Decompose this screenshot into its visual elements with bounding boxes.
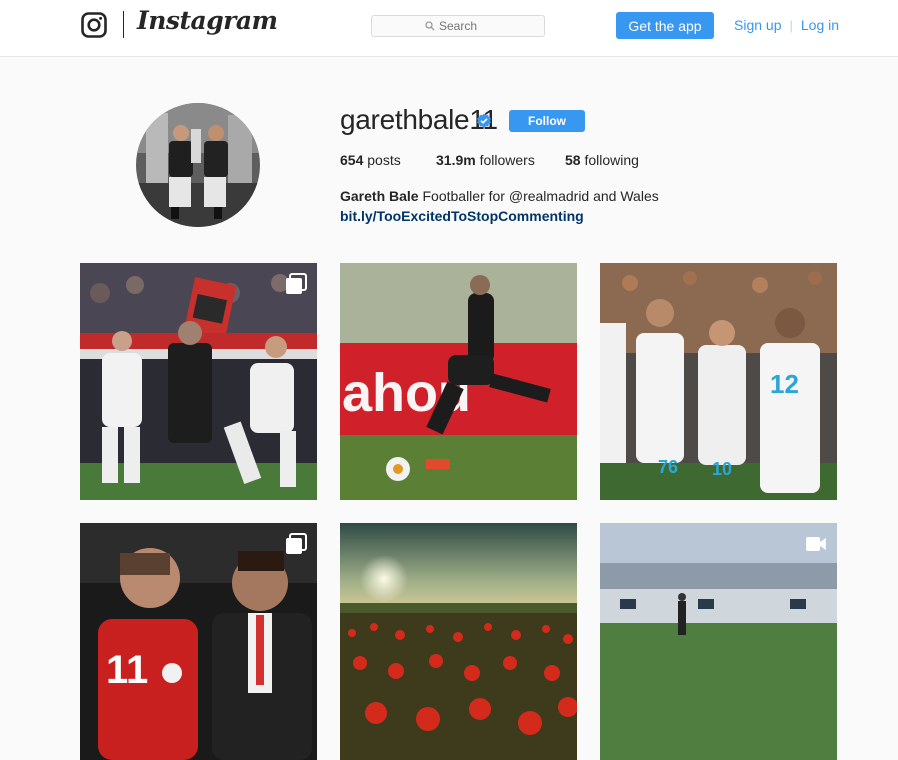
following-label: following — [584, 152, 639, 168]
instagram-wordmark[interactable]: Instagram — [137, 6, 278, 35]
get-the-app-button[interactable]: Get the app — [616, 12, 714, 39]
avatar-image — [136, 103, 260, 227]
instagram-glyph-icon[interactable] — [81, 12, 107, 38]
sign-up-link[interactable]: Sign up — [734, 17, 781, 33]
posts-label: posts — [367, 152, 401, 168]
post-image: 12 10 76 — [600, 263, 837, 500]
carousel-icon — [286, 533, 307, 554]
logo-divider — [123, 11, 124, 38]
svg-text:10: 10 — [712, 459, 732, 479]
profile-full-name: Gareth Bale — [340, 188, 419, 204]
top-navigation-bar: Instagram Get the app Sign up | Log in — [0, 0, 898, 57]
auth-links: Sign up | Log in — [734, 17, 839, 33]
auth-separator: | — [789, 17, 793, 33]
post-tile[interactable]: ahou — [340, 263, 577, 500]
following-stat[interactable]: 58 following — [565, 152, 639, 168]
bio-text-end: and Wales — [593, 188, 659, 204]
log-in-link[interactable]: Log in — [801, 17, 839, 33]
posts-stat: 654 posts — [340, 152, 401, 168]
carousel-icon — [286, 273, 307, 294]
svg-text:11: 11 — [106, 648, 148, 692]
followers-count: 31.9m — [436, 152, 476, 168]
search-box[interactable] — [371, 15, 545, 37]
post-image — [340, 523, 577, 760]
followers-stat[interactable]: 31.9m followers — [436, 152, 535, 168]
svg-text:76: 76 — [658, 457, 678, 477]
profile-bio: Gareth Bale Footballer for @realmadrid a… — [340, 186, 659, 226]
post-image: ahou — [340, 263, 577, 500]
post-image: 11 — [80, 523, 317, 760]
search-input[interactable] — [439, 19, 491, 33]
verified-badge-icon — [477, 113, 491, 128]
svg-text:12: 12 — [770, 369, 799, 399]
bio-website-link[interactable]: bit.ly/TooExcitedToStopCommenting — [340, 206, 659, 226]
profile-username: garethbale11 — [340, 104, 498, 135]
profile-avatar[interactable] — [136, 103, 260, 227]
post-tile[interactable]: 11 — [80, 523, 317, 760]
post-image — [80, 263, 317, 500]
post-tile[interactable] — [80, 263, 317, 500]
post-image — [600, 523, 837, 760]
video-icon — [806, 537, 826, 551]
following-count: 58 — [565, 152, 581, 168]
post-tile[interactable] — [600, 523, 837, 760]
bio-mention-link[interactable]: @realmadrid — [509, 188, 589, 204]
post-tile[interactable] — [340, 523, 577, 760]
search-icon — [425, 21, 435, 31]
followers-label: followers — [479, 152, 535, 168]
posts-count: 654 — [340, 152, 364, 168]
follow-button[interactable]: Follow — [509, 110, 585, 132]
bio-text: Footballer for — [422, 188, 505, 204]
post-tile[interactable]: 12 10 76 — [600, 263, 837, 500]
